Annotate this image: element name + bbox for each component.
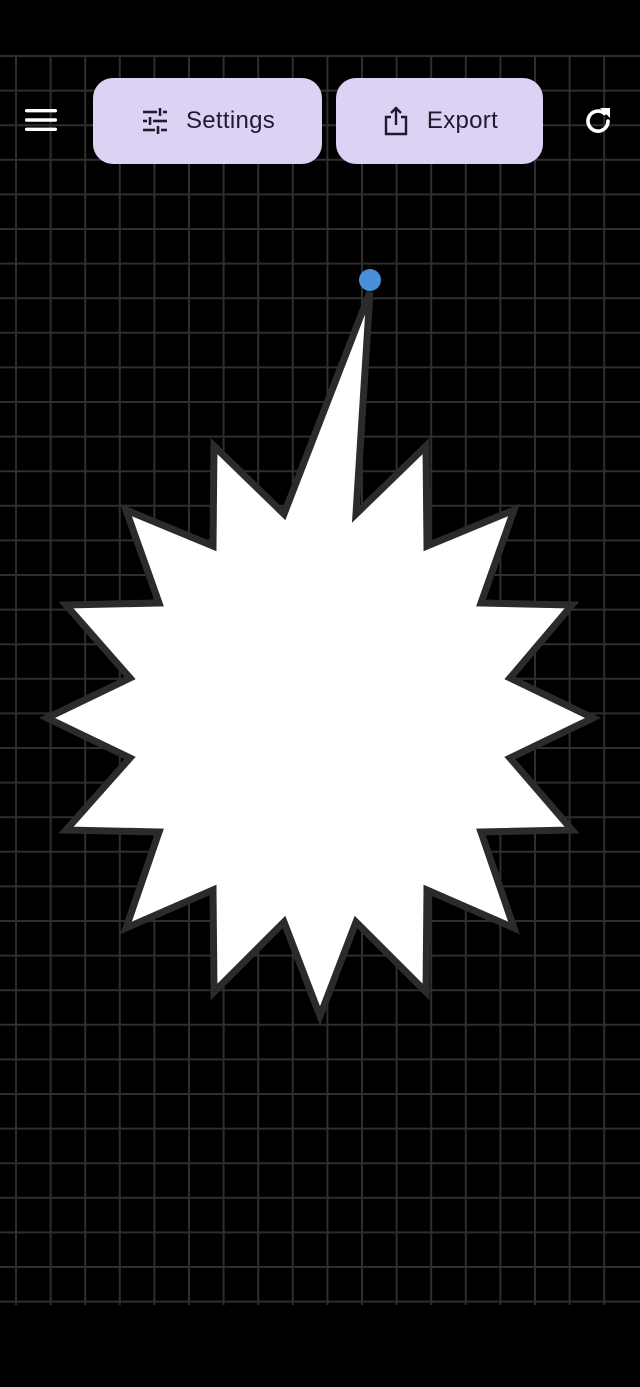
refresh-icon [586,108,610,133]
top-toolbar: Settings Export [0,78,640,166]
starburst-shape[interactable] [38,290,602,1026]
drawing-canvas[interactable] [0,0,640,1387]
control-handle[interactable] [359,269,381,291]
settings-label: Settings [185,107,276,134]
menu-icon [25,109,57,131]
export-label: Export [426,107,499,134]
settings-button[interactable]: Settings [93,78,322,164]
refresh-button[interactable] [570,93,626,149]
sliders-icon [140,106,170,136]
share-upload-icon [381,106,411,136]
shape-layer [38,269,602,1026]
export-button[interactable]: Export [336,78,543,164]
menu-button[interactable] [13,92,69,148]
